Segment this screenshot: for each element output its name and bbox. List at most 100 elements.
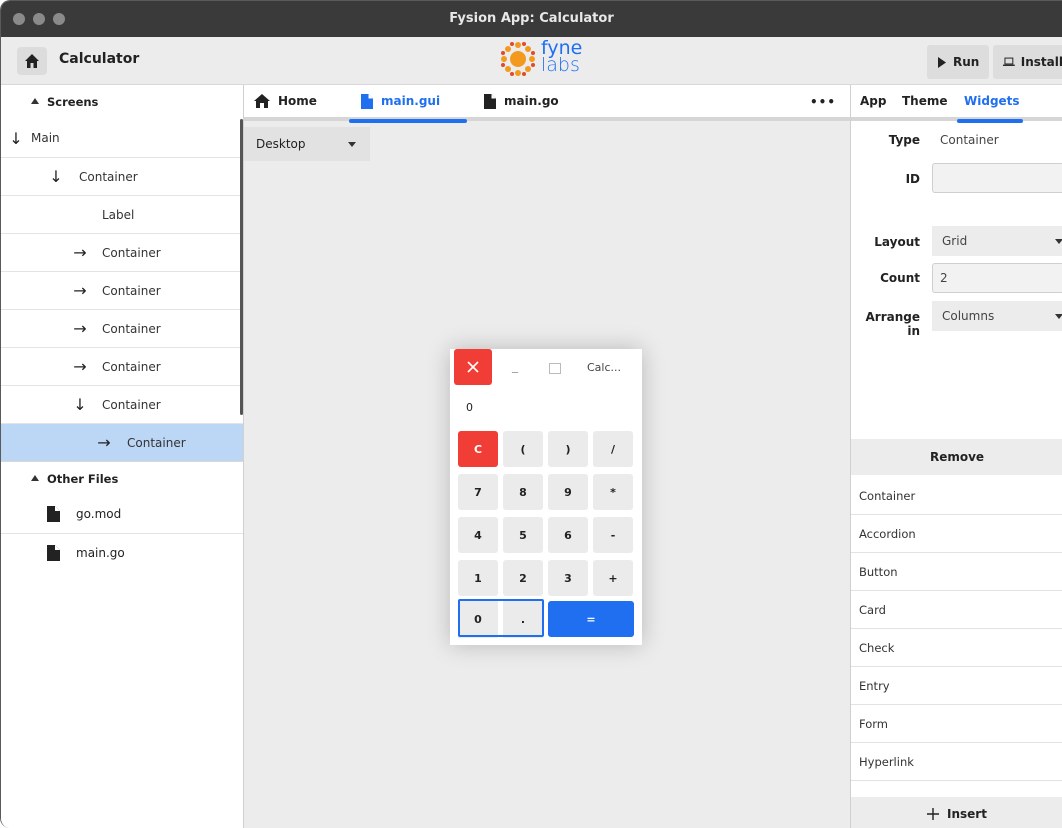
calc-key[interactable]: 4 <box>458 517 498 553</box>
calc-key[interactable]: . <box>503 600 543 638</box>
arrange-select[interactable]: Columns <box>932 301 1062 331</box>
collapse-triangle-icon <box>31 475 39 481</box>
tree-item[interactable]: → Container <box>1 347 243 385</box>
window-title: Fysion App: Calculator <box>449 11 614 26</box>
id-label: ID <box>905 172 920 186</box>
screens-section-header[interactable]: Screens <box>1 85 243 119</box>
collapsed-right-arrow-icon[interactable]: → <box>95 433 113 452</box>
widget-list-item[interactable]: Form <box>851 705 1062 743</box>
file-item-go-mod[interactable]: go.mod <box>1 495 243 533</box>
tab-main-go[interactable]: main.go <box>484 85 559 117</box>
preview-maximize-button[interactable] <box>549 363 561 374</box>
left-panel: Screens ↓ Main ↓ Container Label → Container → C… <box>1 85 244 828</box>
tree-item[interactable]: → Container <box>1 233 243 271</box>
minimize-window-icon[interactable] <box>33 13 45 25</box>
play-icon <box>938 56 946 68</box>
widget-list-item[interactable]: Entry <box>851 667 1062 705</box>
tab-home[interactable]: Home <box>254 85 317 117</box>
calc-key[interactable]: = <box>548 601 634 637</box>
device-select[interactable]: Desktop <box>244 127 370 161</box>
collapsed-right-arrow-icon[interactable]: → <box>71 357 89 376</box>
calc-key[interactable]: 2 <box>503 560 543 596</box>
widget-name: Form <box>859 716 888 731</box>
calc-key[interactable]: + <box>593 560 633 596</box>
tab-widgets[interactable]: Widgets <box>964 94 1020 108</box>
file-icon <box>484 93 496 109</box>
tree-item[interactable]: Label <box>1 195 243 233</box>
widget-list-item[interactable]: Button <box>851 553 1062 591</box>
other-files-section-header[interactable]: Other Files <box>1 461 243 495</box>
widget-list-item[interactable]: Accordion <box>851 515 1062 553</box>
calc-key[interactable]: ( <box>503 431 543 467</box>
expand-down-arrow-icon[interactable]: ↓ <box>7 129 25 148</box>
home-icon <box>254 94 270 108</box>
more-tabs-button[interactable]: ••• <box>810 95 836 109</box>
layout-select[interactable]: Grid <box>932 226 1062 256</box>
tree-item[interactable]: → Container <box>1 309 243 347</box>
calc-key[interactable]: C <box>458 431 498 467</box>
collapsed-right-arrow-icon[interactable]: → <box>71 243 89 262</box>
calc-key[interactable]: 8 <box>503 474 543 510</box>
remove-button[interactable]: Remove <box>851 439 1062 475</box>
widget-list-item[interactable]: Hyperlink <box>851 743 1062 781</box>
chevron-down-icon <box>348 142 356 147</box>
zoom-window-icon[interactable] <box>53 13 65 25</box>
tab-main-gui[interactable]: main.gui <box>361 85 440 117</box>
calc-key[interactable]: ) <box>548 431 588 467</box>
preview-minimize-button[interactable]: _ <box>512 359 518 373</box>
calc-key[interactable]: * <box>593 474 633 510</box>
calc-key[interactable]: / <box>593 431 633 467</box>
calc-key[interactable]: - <box>593 517 633 553</box>
install-button[interactable]: Install <box>993 45 1062 79</box>
plus-icon <box>927 808 940 820</box>
editor-tabbar: Home main.gui main.go ••• <box>244 85 850 121</box>
expand-down-arrow-icon[interactable]: ↓ <box>71 395 89 414</box>
home-button[interactable] <box>17 47 47 75</box>
insert-label: Insert <box>947 807 987 821</box>
close-window-icon[interactable] <box>13 13 25 25</box>
arrange-select-value: Columns <box>942 309 995 323</box>
fyne-labs-logo: fyne labs <box>498 39 598 81</box>
expand-down-arrow-icon[interactable]: ↓ <box>47 167 65 186</box>
widget-list-item[interactable]: Card <box>851 591 1062 629</box>
home-icon <box>25 54 39 68</box>
file-item-main-go[interactable]: main.go <box>1 533 243 571</box>
file-icon <box>47 506 60 522</box>
calc-key[interactable]: 0 <box>458 600 498 638</box>
tab-label: Home <box>278 94 317 108</box>
widget-list-item[interactable]: Container <box>851 477 1062 515</box>
calc-key[interactable]: 6 <box>548 517 588 553</box>
tree-item-label: Container <box>102 283 161 298</box>
calc-key[interactable]: 9 <box>548 474 588 510</box>
widget-list-item[interactable]: Check <box>851 629 1062 667</box>
tab-theme[interactable]: Theme <box>902 94 948 108</box>
inspector-panel: App Theme Widgets Type Container ID Layo… <box>850 85 1062 828</box>
screens-tree: ↓ Main ↓ Container Label → Container → Container… <box>1 119 243 461</box>
calc-key[interactable]: 1 <box>458 560 498 596</box>
file-icon <box>361 93 373 109</box>
calculator-preview: _ Calc... 0 C()/ 7 8 9 * 4 5 6- 1 2 3 +0. = <box>450 349 642 645</box>
preview-close-button[interactable] <box>454 349 492 385</box>
tree-item-label: Container <box>102 397 161 412</box>
collapsed-right-arrow-icon[interactable]: → <box>71 319 89 338</box>
tree-item[interactable]: ↓ Container <box>1 157 243 195</box>
run-button[interactable]: Run <box>927 45 990 79</box>
tree-scrollbar[interactable] <box>240 119 243 415</box>
collapse-triangle-icon <box>31 98 39 104</box>
insert-button[interactable]: Insert <box>851 797 1062 828</box>
calc-key[interactable]: 5 <box>503 517 543 553</box>
file-icon <box>47 544 60 561</box>
id-field[interactable] <box>932 163 1062 193</box>
tree-item-label: Container <box>127 435 186 450</box>
tree-item[interactable]: → Container <box>1 423 243 461</box>
calc-key[interactable]: 3 <box>548 560 588 596</box>
sun-logo-icon <box>501 42 535 76</box>
tab-app[interactable]: App <box>860 94 886 108</box>
count-field[interactable]: 2 <box>932 263 1062 293</box>
widget-palette: Container Accordion Button Card Check Entry Fo… <box>851 477 1062 781</box>
collapsed-right-arrow-icon[interactable]: → <box>71 281 89 300</box>
tree-item[interactable]: → Container <box>1 271 243 309</box>
tree-item[interactable]: ↓ Main <box>1 119 243 157</box>
calc-key[interactable]: 7 <box>458 474 498 510</box>
tree-item[interactable]: ↓ Container <box>1 385 243 423</box>
